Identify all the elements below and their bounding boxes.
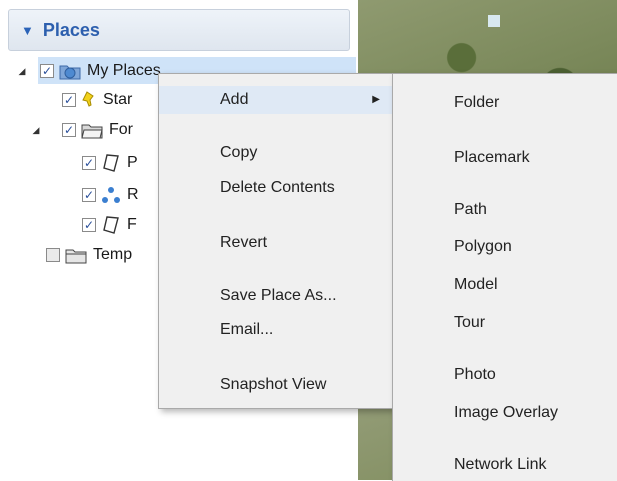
menu-item-label: Delete Contents bbox=[220, 179, 335, 196]
tree-item-label: For bbox=[109, 121, 133, 138]
checkbox[interactable]: ✓ bbox=[82, 188, 96, 202]
menu-item-label: Folder bbox=[454, 94, 500, 111]
tree-item-label: F bbox=[127, 216, 137, 233]
menu-item-label: Email... bbox=[220, 321, 274, 338]
submenu-arrow-icon: ▶ bbox=[372, 94, 380, 105]
tree-item-label: Star bbox=[103, 91, 133, 108]
menu-item-label: Polygon bbox=[454, 238, 512, 255]
expander-icon[interactable]: ◢ bbox=[30, 125, 42, 136]
tree-item-label: R bbox=[127, 186, 139, 203]
expander-icon[interactable]: ◢ bbox=[16, 66, 28, 77]
menu-item-label: Add bbox=[220, 91, 249, 108]
checkbox[interactable]: ✓ bbox=[62, 93, 76, 107]
submenu-item-image-overlay[interactable]: Image Overlay bbox=[393, 399, 617, 427]
open-folder-icon bbox=[81, 121, 103, 139]
folder-icon bbox=[65, 246, 87, 264]
checkbox[interactable]: ✓ bbox=[46, 248, 60, 262]
tree-item-temp[interactable]: ✓ Temp bbox=[46, 242, 132, 268]
menu-item-label: Model bbox=[454, 276, 498, 293]
submenu-item-path[interactable]: Path bbox=[393, 196, 617, 224]
submenu-item-polygon[interactable]: Polygon bbox=[393, 233, 617, 261]
places-title: Places bbox=[42, 19, 100, 40]
menu-item-label: Snapshot View bbox=[220, 376, 327, 393]
checkbox[interactable]: ✓ bbox=[82, 156, 96, 170]
checkbox[interactable]: ✓ bbox=[62, 123, 76, 137]
menu-item-label: Revert bbox=[220, 234, 268, 251]
yellow-pushpin-icon bbox=[81, 90, 97, 110]
globe-folder-icon bbox=[59, 62, 81, 80]
tree-item-star[interactable]: ✓ Star bbox=[46, 87, 132, 113]
menu-item-copy[interactable]: Copy bbox=[159, 139, 392, 167]
checkbox[interactable]: ✓ bbox=[40, 64, 54, 78]
map-building bbox=[488, 15, 500, 27]
submenu-item-placemark[interactable]: Placemark bbox=[393, 144, 617, 172]
menu-item-revert[interactable]: Revert bbox=[159, 229, 392, 257]
menu-item-label: Photo bbox=[454, 366, 496, 383]
menu-item-delete-contents[interactable]: Delete Contents bbox=[159, 174, 392, 202]
tree-item-label: My Places bbox=[87, 62, 161, 79]
submenu-item-tour[interactable]: Tour bbox=[393, 309, 617, 337]
submenu-item-folder[interactable]: Folder bbox=[393, 89, 617, 117]
menu-item-label: Tour bbox=[454, 314, 486, 331]
menu-item-label: Image Overlay bbox=[454, 404, 559, 421]
menu-item-save-place-as[interactable]: Save Place As... bbox=[159, 282, 392, 310]
polygon-icon bbox=[101, 215, 121, 235]
menu-item-add[interactable]: Add ▶ bbox=[159, 86, 392, 114]
tree-item-my-places[interactable]: ◢ ✓ My Places bbox=[16, 58, 161, 84]
network-dots-icon bbox=[101, 185, 121, 205]
menu-item-email[interactable]: Email... bbox=[159, 316, 392, 344]
tree-item-label: Temp bbox=[93, 246, 133, 263]
tree-item-p[interactable]: ✓ P bbox=[82, 150, 138, 176]
add-submenu: Folder Placemark Path Polygon Model Tour… bbox=[392, 73, 617, 481]
places-header[interactable]: ▼ Places bbox=[8, 9, 350, 51]
polygon-icon bbox=[101, 153, 121, 173]
menu-item-label: Save Place As... bbox=[220, 287, 337, 304]
menu-item-label: Placemark bbox=[454, 149, 530, 166]
submenu-item-network-link[interactable]: Network Link bbox=[393, 451, 617, 479]
context-menu: Add ▶ Copy Delete Contents Revert Save P… bbox=[158, 73, 393, 409]
menu-item-snapshot-view[interactable]: Snapshot View bbox=[159, 371, 392, 399]
checkbox[interactable]: ✓ bbox=[82, 218, 96, 232]
menu-item-label: Copy bbox=[220, 144, 258, 161]
tree-item-label: P bbox=[127, 154, 138, 171]
submenu-item-model[interactable]: Model bbox=[393, 271, 617, 299]
menu-item-label: Network Link bbox=[454, 456, 547, 473]
submenu-item-photo[interactable]: Photo bbox=[393, 361, 617, 389]
tree-item-r[interactable]: ✓ R bbox=[82, 182, 139, 208]
tree-item-for[interactable]: ◢ ✓ For bbox=[30, 117, 133, 143]
collapse-triangle-icon[interactable]: ▼ bbox=[21, 23, 34, 38]
menu-item-label: Path bbox=[454, 201, 487, 218]
tree-item-f[interactable]: ✓ F bbox=[82, 212, 137, 238]
